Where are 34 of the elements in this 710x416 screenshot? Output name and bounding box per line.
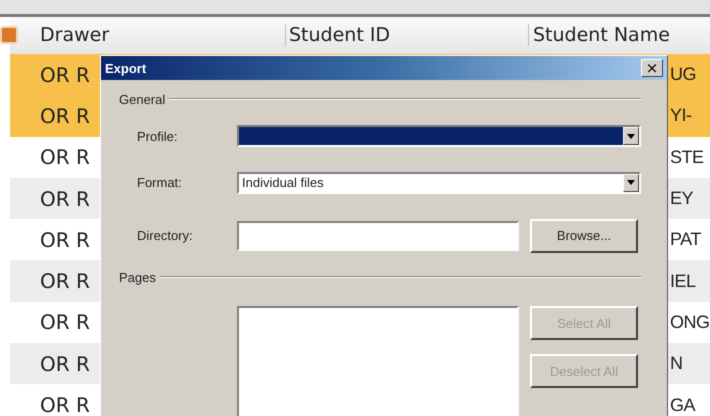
table-cell: OR R — [40, 228, 90, 252]
close-button[interactable]: × — [641, 59, 663, 77]
table-cell: PAT — [670, 229, 701, 250]
table-cell: OR R — [40, 62, 90, 87]
document-icon — [0, 26, 18, 44]
field-label: Directory: — [136, 228, 194, 243]
table-cell: IEL — [670, 270, 696, 292]
group-heading: Pages — [119, 270, 156, 284]
directory-field[interactable] — [237, 220, 519, 250]
column-header[interactable]: Drawer — [40, 24, 110, 46]
profile-dropdown[interactable] — [237, 125, 641, 147]
table-cell: OR R — [40, 310, 90, 334]
table-cell: STE — [670, 146, 704, 168]
field-label: Format: — [136, 175, 183, 190]
table-cell: GA — [670, 394, 696, 416]
pages-list[interactable] — [237, 306, 519, 416]
table-cell: YI- — [670, 105, 692, 126]
field-label: Profile: — [136, 128, 178, 144]
table-cell: OR R — [40, 145, 90, 170]
table-cell: OR R — [40, 352, 90, 376]
dialog-title: Export — [105, 60, 146, 76]
table-cell: OR R — [40, 104, 90, 128]
table-cell: UG — [670, 64, 696, 86]
table-cell: OR R — [40, 186, 90, 211]
browse-button[interactable]: Browse... — [530, 218, 638, 252]
table-cell: ONG — [670, 312, 710, 333]
table-cell: N — [670, 353, 682, 374]
table-cell: OR R — [40, 393, 90, 416]
format-dropdown[interactable]: Individual files — [237, 172, 641, 194]
group-heading: General — [119, 92, 166, 106]
column-header[interactable]: Student Name — [528, 24, 670, 46]
table-cell: EY — [670, 188, 694, 210]
table-cell: OR R — [40, 269, 90, 294]
column-header[interactable]: Student ID — [285, 24, 390, 46]
